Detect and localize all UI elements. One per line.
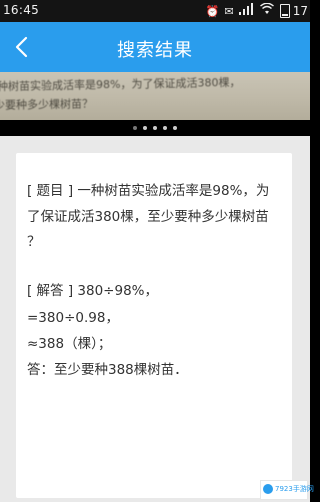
status-time: 16:45 — [3, 3, 40, 17]
watermark-text: 7923手游网 — [275, 485, 314, 493]
question-line: ？ — [27, 234, 41, 250]
banner-text-line-2: 少要种多少棵树苗？ — [0, 97, 94, 112]
alarm-icon: ⏰ — [205, 4, 220, 18]
wifi-icon — [259, 2, 274, 19]
banner-text-line-1: 一种树苗实验成活率是98%，为了保证成活380棵， — [0, 75, 241, 94]
carousel-dot[interactable] — [173, 126, 177, 130]
answer-line: [ 解答 ] 380÷98%， — [27, 283, 158, 299]
signal-icon — [238, 3, 255, 19]
answer-line: =380÷0.98， — [27, 310, 119, 326]
battery-level: 17 — [292, 4, 308, 18]
status-bar: 16:45 ⏰ ✉ 17 — [0, 0, 310, 22]
mail-icon: ✉ — [224, 4, 234, 18]
question-line: [ 题目 ] 一种树苗实验成活率是98%，为 — [27, 183, 270, 199]
carousel-dot[interactable] — [143, 126, 147, 130]
status-icons: ⏰ ✉ 17 — [201, 2, 308, 19]
answer-line: ≈388（棵）； — [27, 336, 112, 352]
app-header: 搜索结果 — [0, 22, 310, 72]
question-photo-banner[interactable]: 一种树苗实验成活率是98%，为了保证成活380棵， 少要种多少棵树苗？ — [0, 72, 310, 120]
watermark-logo-icon — [263, 484, 273, 494]
carousel-indicator — [0, 126, 310, 136]
question-line: 了保证成活380棵，至少要种多少棵树苗 — [27, 209, 269, 225]
carousel-dot[interactable] — [153, 126, 157, 130]
page-title: 搜索结果 — [117, 40, 193, 61]
site-watermark: 7923手游网 — [260, 480, 314, 500]
content-area: [ 题目 ] 一种树苗实验成活率是98%，为 了保证成活380棵，至少要种多少棵… — [0, 136, 314, 502]
answer-line: 答：至少要种388棵树苗． — [27, 362, 188, 378]
carousel-dot[interactable] — [133, 126, 137, 130]
carousel-dot[interactable] — [163, 126, 167, 130]
battery-icon — [279, 4, 290, 18]
answer-card: [ 题目 ] 一种树苗实验成活率是98%，为 了保证成活380棵，至少要种多少棵… — [16, 153, 292, 498]
